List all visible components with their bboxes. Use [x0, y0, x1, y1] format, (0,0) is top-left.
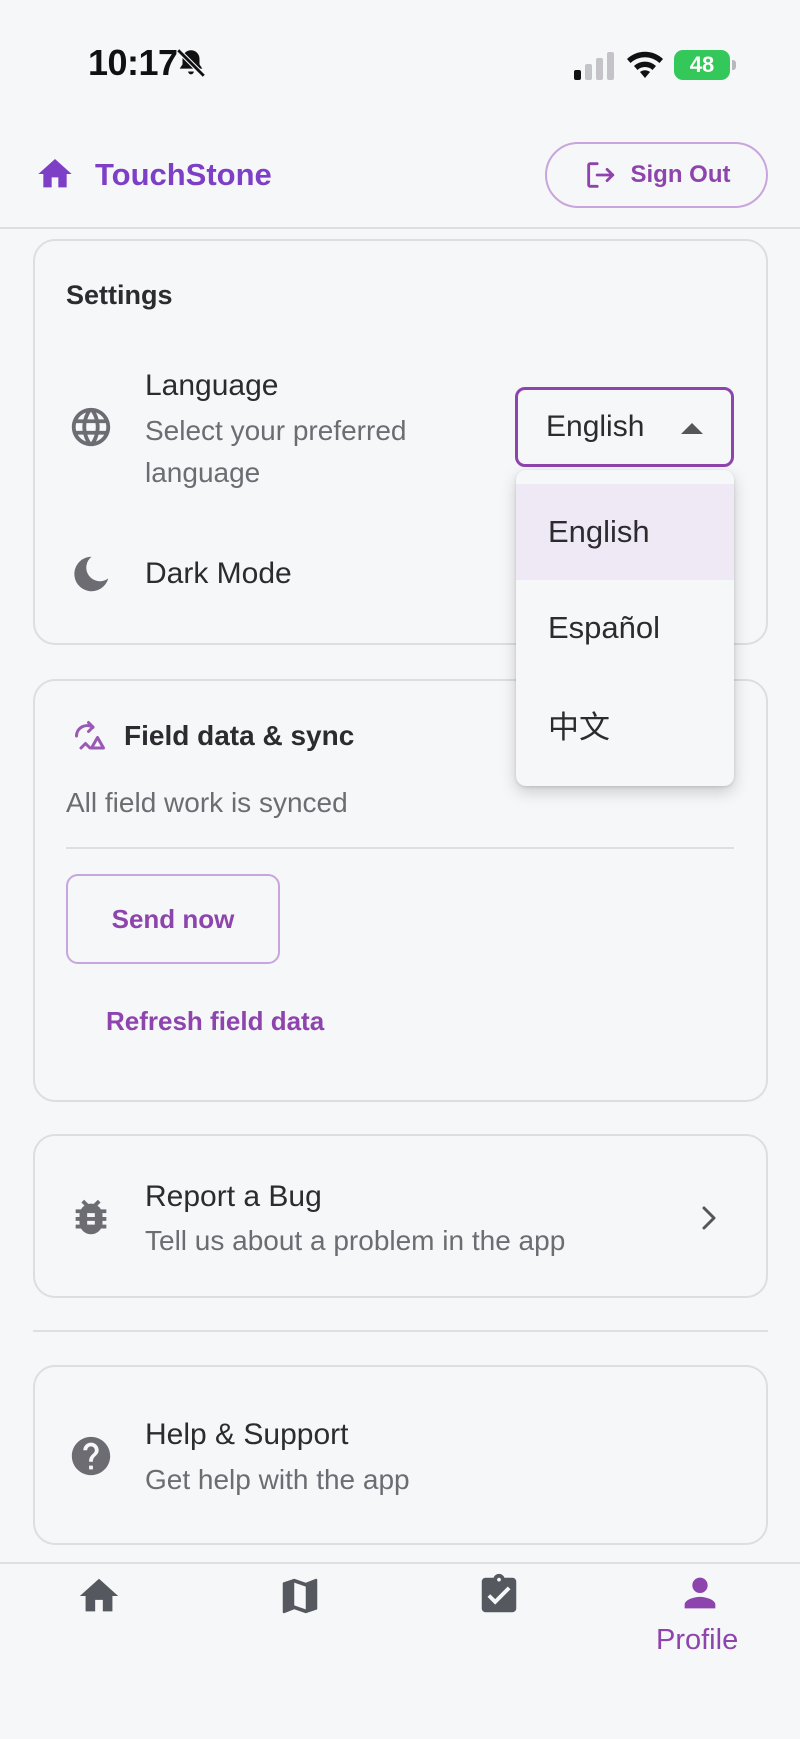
send-now-button[interactable]: Send now — [66, 874, 280, 964]
app-title: TouchStone — [95, 157, 272, 192]
nav-map-icon[interactable] — [277, 1573, 323, 1619]
language-select[interactable]: English — [515, 387, 734, 467]
nav-home-icon[interactable] — [76, 1573, 122, 1619]
bell-off-icon — [176, 48, 206, 78]
nav-tasks-icon[interactable] — [476, 1572, 522, 1618]
header-divider — [0, 227, 800, 229]
battery-level: 48 — [689, 52, 715, 77]
language-option-chinese[interactable]: 中文 — [516, 676, 734, 772]
refresh-field-data-button[interactable]: Refresh field data — [106, 1006, 324, 1037]
sync-status: All field work is synced — [66, 787, 348, 818]
sync-divider — [66, 847, 734, 849]
help-support-title: Help & Support — [145, 1418, 349, 1451]
help-support-subtitle: Get help with the app — [145, 1464, 410, 1495]
settings-title: Settings — [66, 280, 173, 310]
report-bug-subtitle: Tell us about a problem in the app — [145, 1225, 566, 1256]
bottom-nav-divider — [0, 1562, 800, 1564]
sync-title: Field data & sync — [124, 720, 355, 751]
sync-icon — [75, 721, 105, 750]
caret-up-icon — [681, 423, 703, 434]
language-option-spanish[interactable]: Español — [516, 580, 734, 676]
nav-profile-label[interactable]: Profile — [656, 1624, 738, 1657]
help-icon — [71, 1436, 111, 1476]
logout-icon — [586, 162, 614, 188]
home-logo-icon[interactable] — [34, 154, 76, 194]
wifi-icon — [627, 51, 663, 78]
language-option-english[interactable]: English — [516, 484, 734, 580]
language-title: Language — [145, 369, 279, 402]
cell-signal-icon — [574, 52, 614, 80]
globe-icon — [71, 407, 111, 447]
report-bug-title: Report a Bug — [145, 1180, 322, 1213]
language-subtitle-line2: language — [145, 457, 261, 488]
language-dropdown-menu: English Español 中文 — [516, 470, 734, 786]
dark-mode-title: Dark Mode — [145, 557, 292, 590]
sign-out-label: Sign Out — [630, 161, 731, 188]
help-support-card[interactable] — [33, 1365, 768, 1545]
report-bug-card[interactable] — [33, 1134, 768, 1298]
language-subtitle-line1: Select your preferred — [145, 415, 407, 446]
moon-icon — [74, 556, 109, 592]
bug-icon — [75, 1199, 107, 1235]
language-select-value: English — [546, 410, 645, 443]
sign-out-button[interactable]: Sign Out — [545, 142, 768, 208]
status-time: 10:17 — [88, 42, 178, 83]
section-divider — [33, 1330, 768, 1332]
nav-profile-icon[interactable] — [677, 1570, 723, 1616]
chevron-right-icon — [702, 1206, 716, 1230]
battery-indicator: 48 — [674, 50, 736, 80]
